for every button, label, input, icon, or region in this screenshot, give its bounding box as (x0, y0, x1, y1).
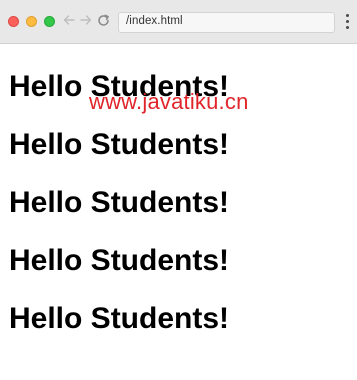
watermark-text: www.javatiku.cn (89, 89, 249, 114)
back-button[interactable] (61, 12, 77, 32)
browser-toolbar: /index.html (0, 0, 357, 44)
address-bar[interactable]: /index.html (118, 12, 335, 33)
browser-menu-button[interactable] (343, 14, 351, 32)
reload-icon (97, 14, 109, 26)
minimize-window-button[interactable] (26, 16, 37, 27)
heading-2: Hello Students! (9, 128, 230, 161)
arrow-left-icon (63, 15, 75, 25)
close-window-button[interactable] (8, 16, 19, 27)
arrow-right-icon (80, 15, 92, 25)
heading-3: Hello Students! (9, 186, 230, 219)
address-url: /index.html (126, 15, 183, 27)
maximize-window-button[interactable] (44, 16, 55, 27)
forward-button[interactable] (78, 12, 94, 32)
browser-window: /index.html Hello Students! Hello Studen… (0, 0, 357, 380)
reload-button[interactable] (95, 12, 111, 32)
heading-5: Hello Students! (9, 302, 230, 335)
page-content: Hello Students! Hello Students! Hello St… (0, 44, 357, 380)
more-vertical-icon (343, 14, 351, 29)
heading-4: Hello Students! (9, 244, 230, 277)
